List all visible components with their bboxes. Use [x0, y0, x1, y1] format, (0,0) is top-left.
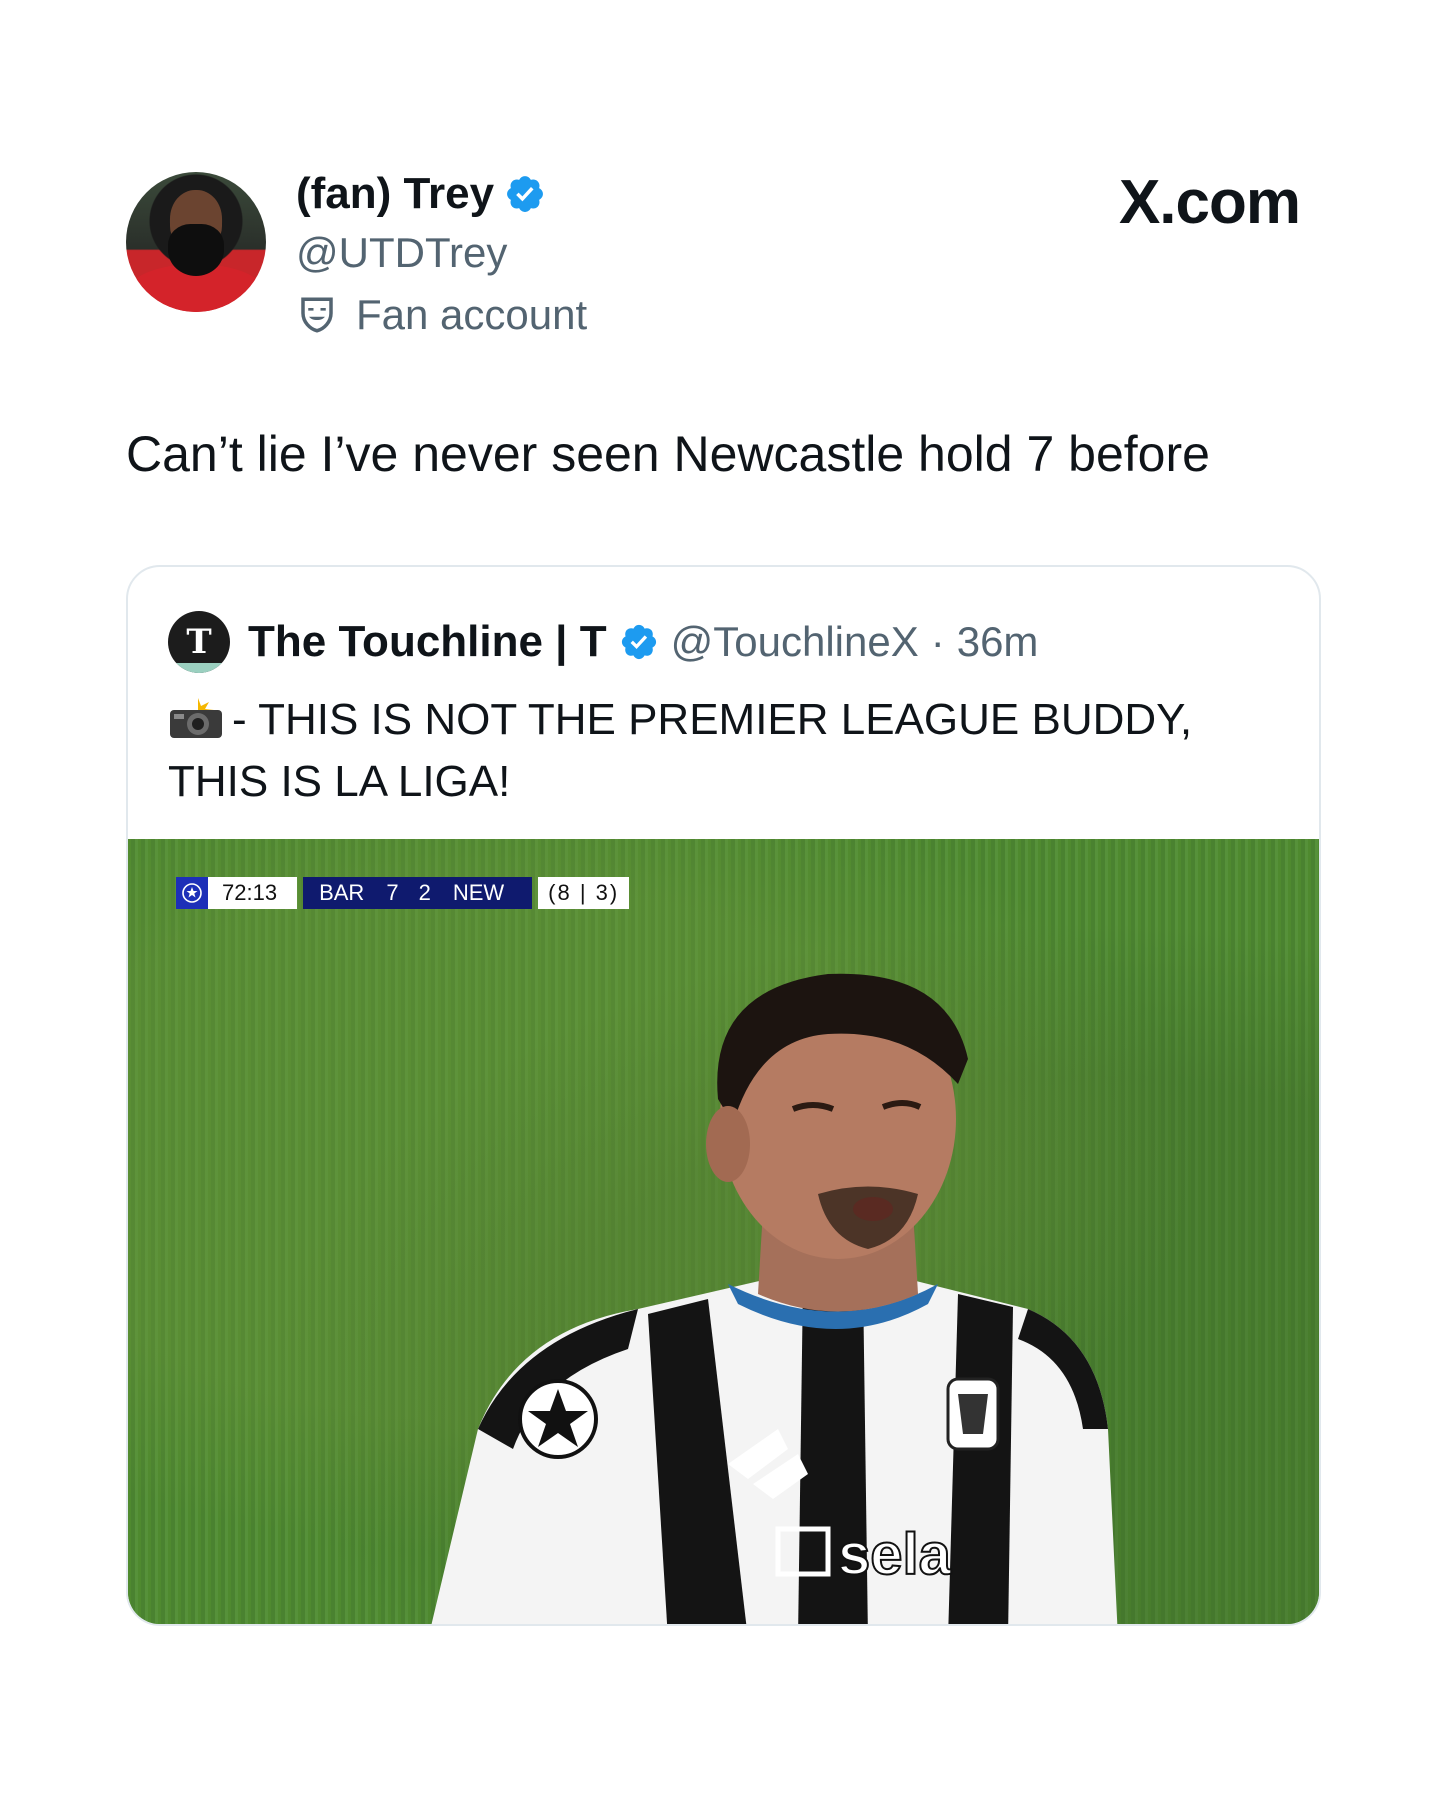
match-photo[interactable]: 72:13 BAR 7 2 NEW (8 | 3) sela	[128, 839, 1319, 1624]
quoted-separator: ·	[930, 618, 945, 665]
home-score: 7	[386, 880, 399, 905]
tweet-text: Can’t lie I’ve never seen Newcastle hold…	[126, 426, 1210, 482]
quoted-user-avatar[interactable]: T	[168, 611, 230, 673]
quoted-handle[interactable]: @TouchlineX	[671, 616, 919, 668]
aggregate-score: (8 | 3)	[538, 877, 630, 909]
camera-flash-icon	[170, 698, 222, 738]
verified-badge-icon	[507, 176, 543, 212]
user-handle[interactable]: @UTDTrey	[296, 228, 507, 278]
fan-account-label: Fan account	[296, 290, 587, 340]
away-score: 2	[418, 880, 431, 905]
match-scoreboard: 72:13 BAR 7 2 NEW (8 | 3)	[176, 877, 630, 909]
away-team: NEW	[452, 880, 505, 905]
match-clock: 72:13	[208, 877, 298, 909]
x-com-logo: X.com	[1118, 168, 1301, 237]
display-name[interactable]: (fan) Trey	[296, 168, 494, 220]
team-scores: BAR 7 2 NEW	[303, 877, 533, 909]
svg-text:sela: sela	[838, 1522, 952, 1587]
theater-mask-icon	[301, 297, 333, 333]
player-figure: sela	[431, 973, 1118, 1624]
quoted-tweet-header: T The Touchline | T @TouchlineX · 36m	[168, 611, 1038, 673]
fan-account-text: Fan account	[356, 291, 588, 338]
quoted-verified-badge-icon	[621, 624, 656, 660]
quoted-avatar-letter: T	[186, 622, 212, 662]
quoted-tweet-body: - THIS IS NOT THE PREMIER LEAGUE BUDDY, …	[168, 695, 1193, 806]
quoted-display-name[interactable]: The Touchline | T	[248, 616, 607, 668]
tweet-screenshot: (fan) Trey @UTDTrey Fan account X.com Ca…	[0, 0, 1440, 1798]
quoted-tweet-text: - THIS IS NOT THE PREMIER LEAGUE BUDDY, …	[168, 689, 1288, 813]
quoted-tweet-card[interactable]: T The Touchline | T @TouchlineX · 36m - …	[126, 565, 1321, 1626]
champions-league-icon	[176, 877, 208, 909]
quoted-timestamp[interactable]: 36m	[957, 616, 1039, 668]
home-team: BAR	[319, 880, 365, 905]
user-avatar[interactable]	[126, 172, 266, 312]
user-name-row: (fan) Trey	[296, 168, 546, 220]
score-pair: 7 2	[382, 880, 435, 906]
